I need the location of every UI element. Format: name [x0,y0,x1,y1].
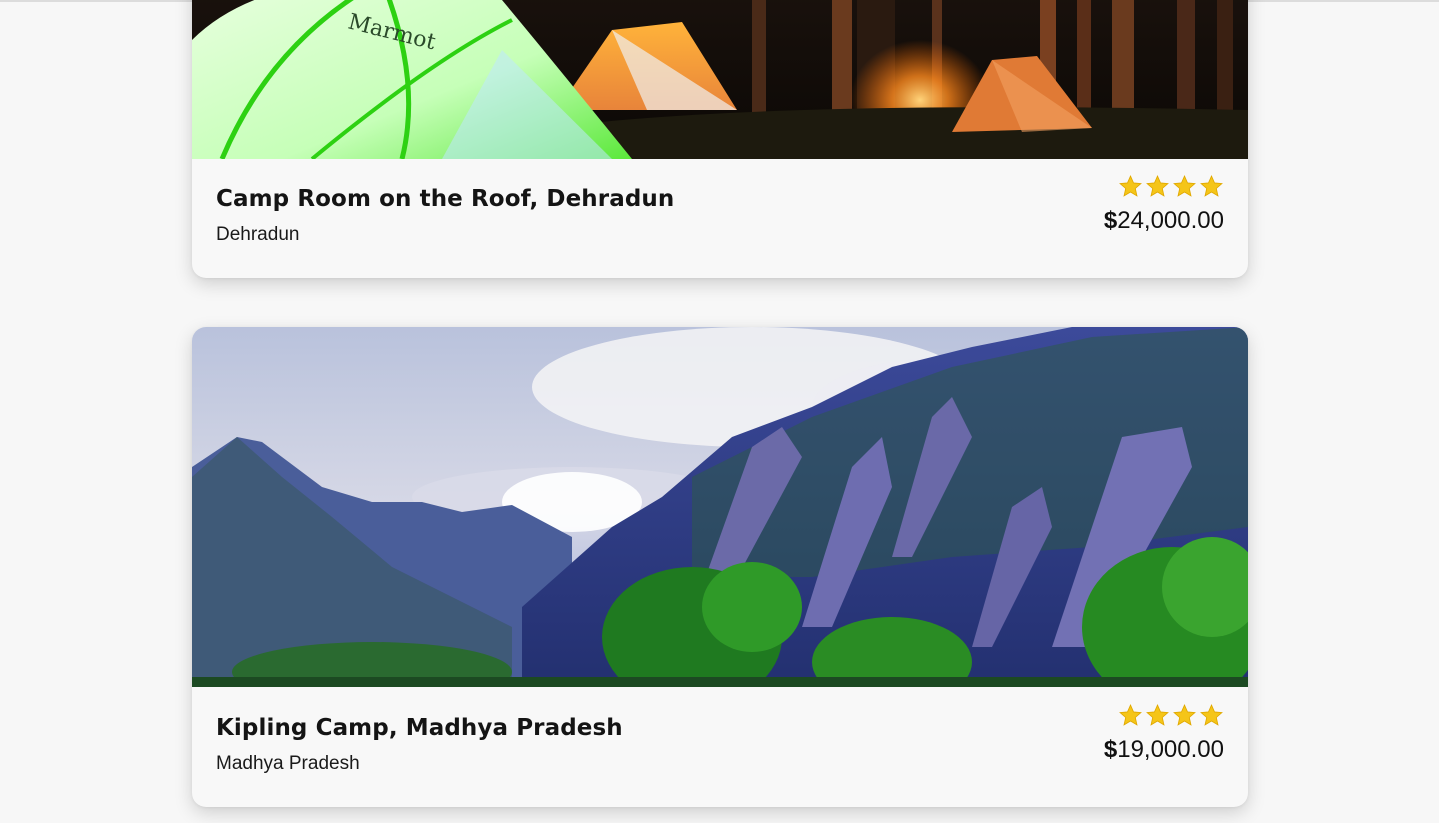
listing-price: $19,000.00 [1104,736,1224,764]
star-icon [1173,704,1196,726]
listing-info: Kipling Camp, Madhya Pradesh Madhya Prad… [216,704,1224,775]
listing-location: Dehradun [216,224,300,245]
listing-info: Camp Room on the Roof, Dehradun Dehradun… [216,175,1224,246]
price-amount: 19,000.00 [1117,736,1224,763]
tent-camp-photo: Marmot [192,0,1248,159]
mountain-forest-photo [192,327,1248,687]
listing-card[interactable]: Marmot Camp Room on the Roof, Dehradun D… [192,0,1248,278]
price-amount: 24,000.00 [1117,207,1224,234]
listing-image-tent-camp[interactable]: Marmot [192,0,1248,159]
star-icon [1200,175,1223,197]
star-icon [1146,175,1169,197]
listing-meta: $24,000.00 [1104,174,1224,235]
star-icon [1146,704,1169,726]
currency-symbol: $ [1103,736,1118,763]
listing-title[interactable]: Kipling Camp, Madhya Pradesh [216,715,1224,741]
star-icon [1173,175,1196,197]
listing-title[interactable]: Camp Room on the Roof, Dehradun [216,186,1224,212]
star-icon [1119,175,1142,197]
listing-image-mountains[interactable] [192,327,1248,687]
listing-card[interactable]: Kipling Camp, Madhya Pradesh Madhya Prad… [192,327,1248,807]
listing-location: Madhya Pradesh [216,753,360,774]
star-rating [1104,703,1224,728]
listing-meta: $19,000.00 [1104,703,1224,764]
star-rating [1104,174,1224,199]
listing-price: $24,000.00 [1104,207,1224,235]
currency-symbol: $ [1103,207,1118,234]
star-icon [1200,704,1223,726]
star-icon [1119,704,1142,726]
